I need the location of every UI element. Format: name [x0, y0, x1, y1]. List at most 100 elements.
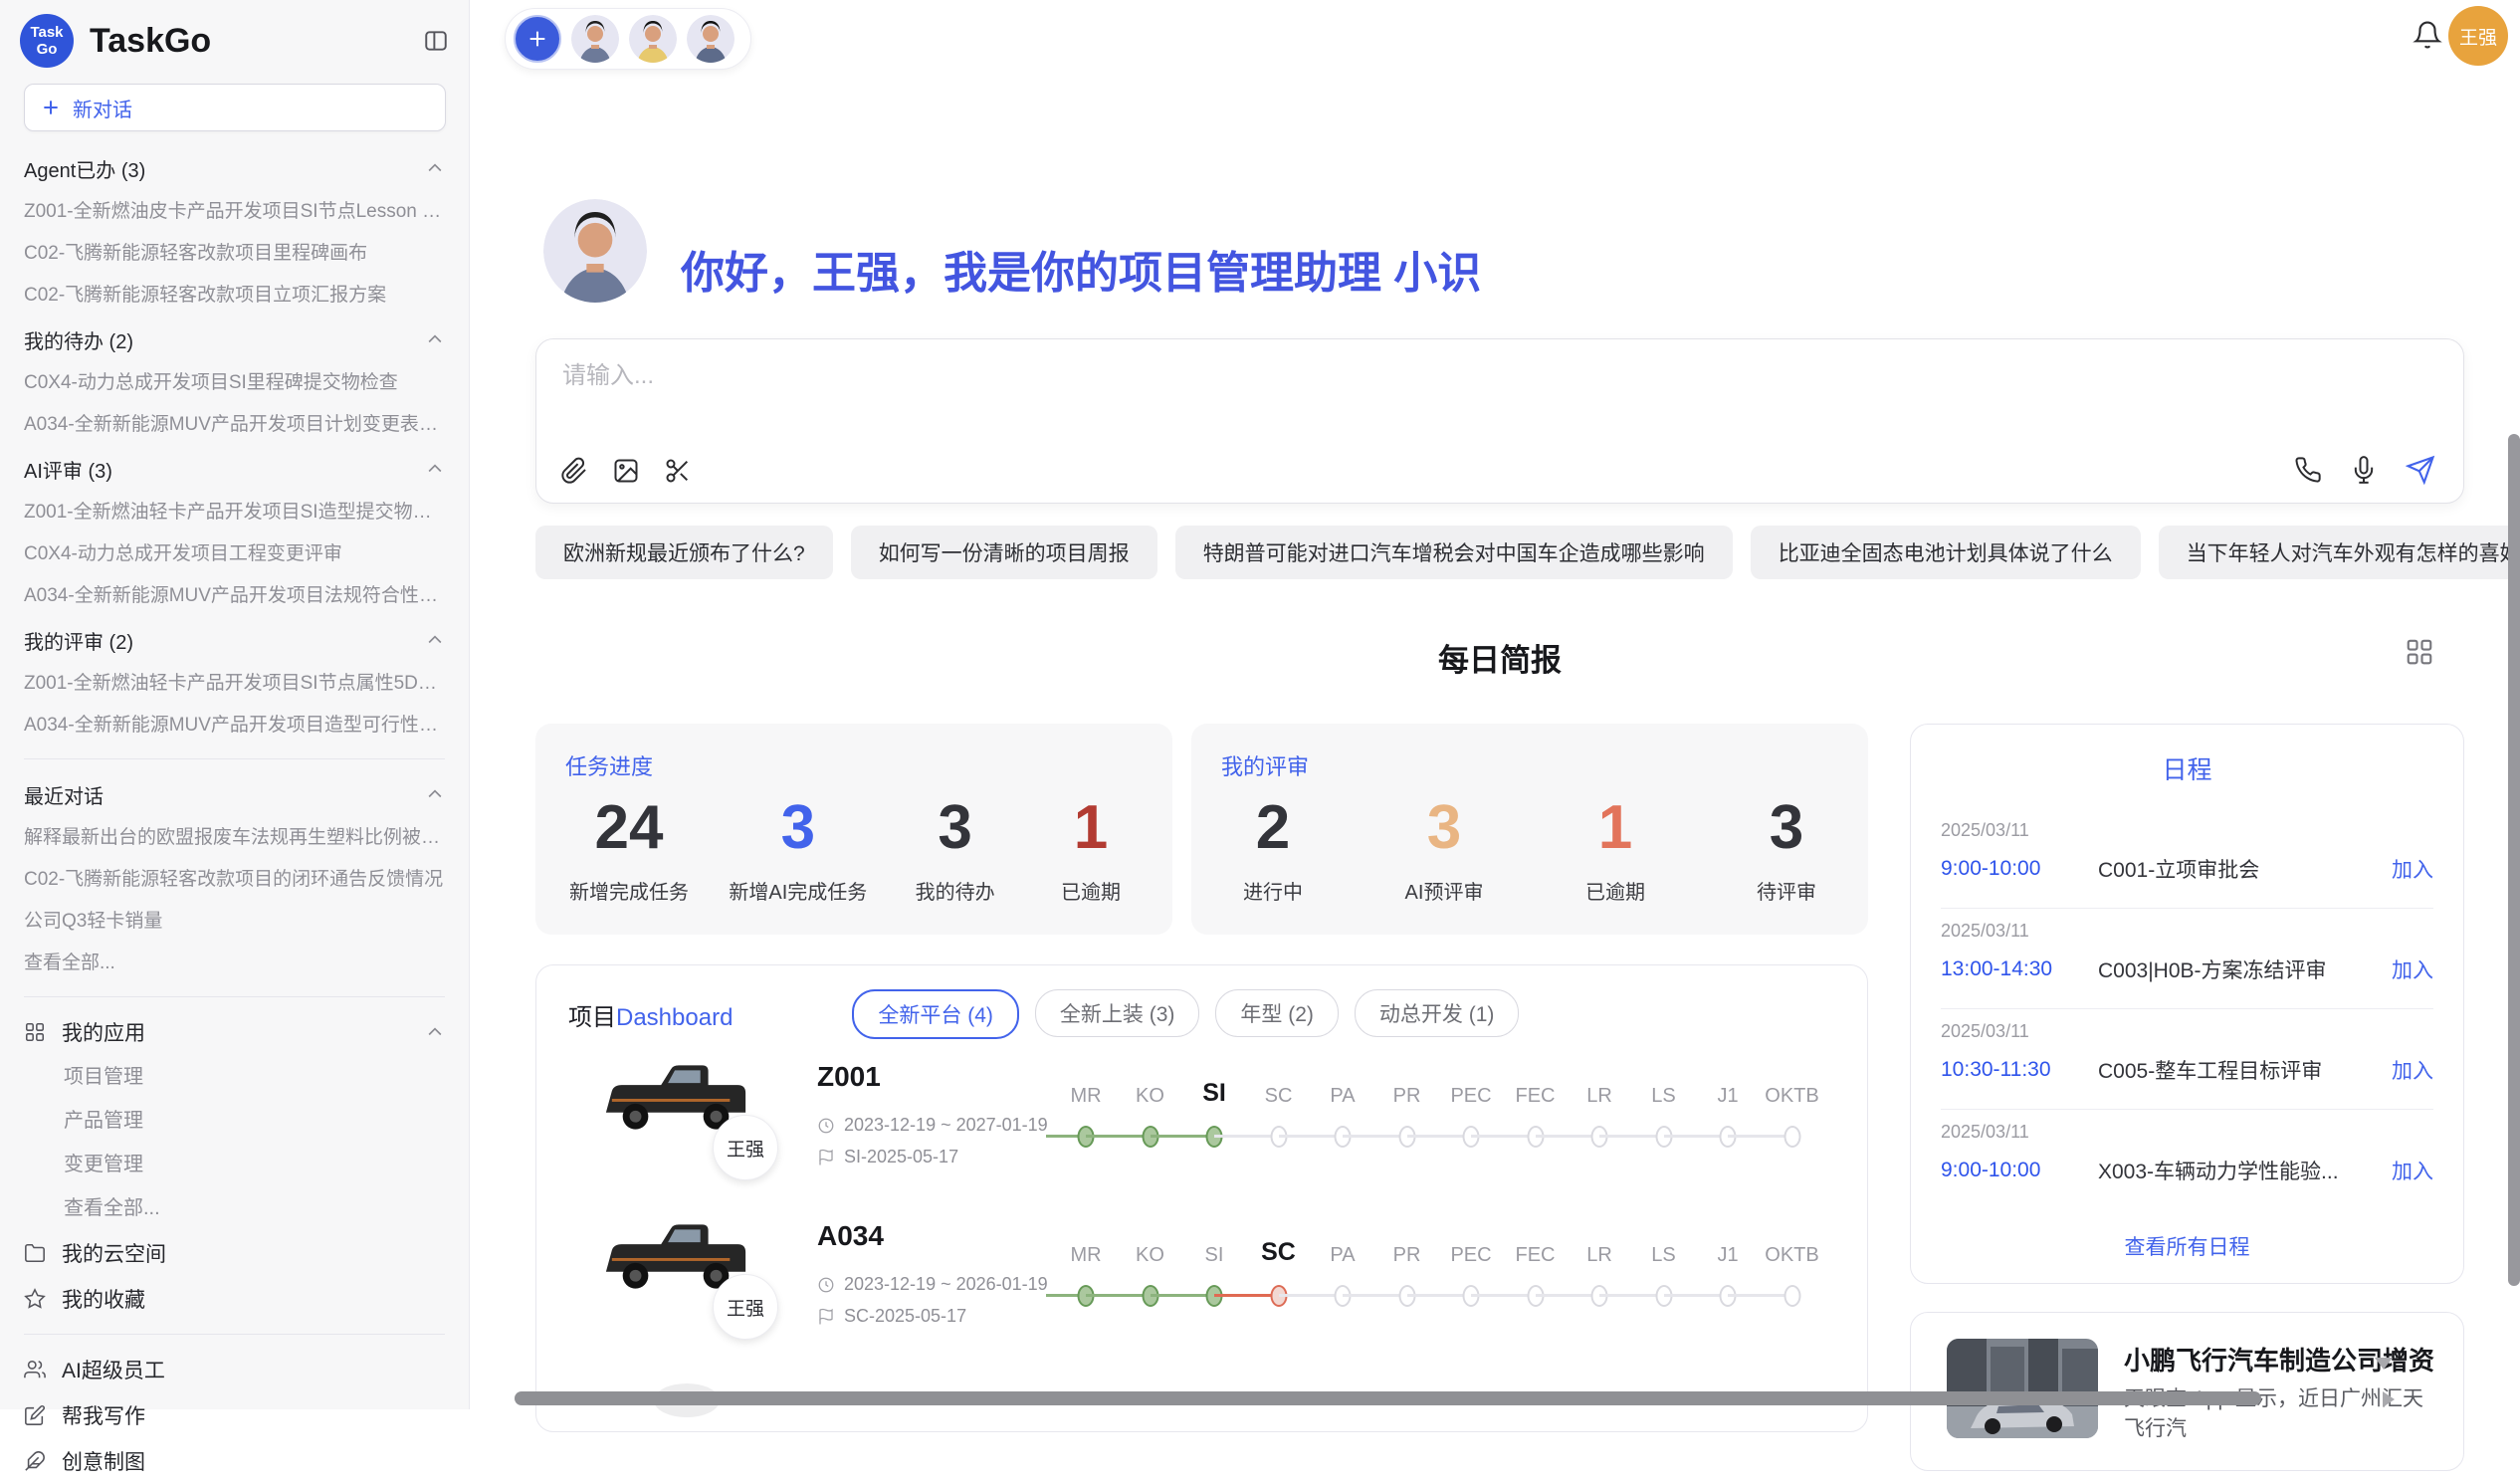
milestone-label: MR: [1070, 1085, 1101, 1108]
suggestion-chip[interactable]: 特朗普可能对进口汽车增税会对中国车企造成哪些影响: [1175, 526, 1733, 579]
project-dates: 2023-12-19 ~ 2027-01-19: [817, 1115, 1048, 1136]
attachment-icon[interactable]: [560, 457, 588, 485]
card-title: 任务进度: [565, 749, 653, 781]
dashboard-tab[interactable]: 全新上装 (3): [1035, 989, 1200, 1037]
sidebar-item-cloud-space[interactable]: 我的云空间: [24, 1230, 445, 1276]
conversation-item[interactable]: Z001-全新燃油皮卡产品开发项目SI节点Lesson Learn报告: [24, 191, 445, 233]
clock-icon: [817, 1276, 835, 1294]
city-car-image: [1947, 1339, 2098, 1438]
collapse-sidebar-icon[interactable]: [423, 28, 449, 54]
conversation-item[interactable]: C02-飞腾新能源轻客改款项目里程碑画布: [24, 233, 445, 275]
stat-value: 3: [1396, 795, 1492, 860]
conversation-item[interactable]: A034-全新新能源MUV产品开发项目造型可行性评审: [24, 705, 445, 746]
stat-value: 2: [1225, 795, 1321, 860]
join-meeting-link[interactable]: 加入: [2392, 954, 2433, 984]
project-code: A034: [817, 1220, 884, 1252]
sidebar-item-favorites[interactable]: 我的收藏: [24, 1276, 445, 1322]
conversation-item[interactable]: C0X4-动力总成开发项目SI里程碑提交物检查: [24, 362, 445, 404]
milestone-label: LR: [1586, 1085, 1612, 1108]
project-owner-badge: 王强: [713, 1274, 778, 1340]
view-all-schedule-link[interactable]: 查看所有日程: [1911, 1231, 2463, 1261]
send-icon[interactable]: [2406, 455, 2435, 485]
person-illustration: [687, 15, 735, 63]
milestone-segment: [1214, 1294, 1279, 1297]
conversation-item[interactable]: 解释最新出台的欧盟报废车法规再生塑料比例被调至15%...: [24, 817, 445, 859]
new-chat-button[interactable]: 新对话: [24, 84, 446, 131]
milestone-segment: [1471, 1135, 1536, 1138]
sidebar-section-header[interactable]: AI评审 (3): [24, 446, 445, 492]
milestone-node[interactable]: [1784, 1126, 1800, 1148]
conversation-item[interactable]: C02-飞腾新能源轻客改款项目立项汇报方案: [24, 275, 445, 317]
sidebar-section-header[interactable]: 我的评审 (2): [24, 617, 445, 663]
vertical-scrollbar[interactable]: [2508, 434, 2520, 1286]
conversation-item[interactable]: C0X4-动力总成开发项目工程变更评审: [24, 533, 445, 575]
sidebar: Task Go TaskGo 新对话 Agent已办 (3)Z001-全新燃油皮…: [0, 0, 470, 1409]
horizontal-scrollbar[interactable]: [515, 1391, 2261, 1405]
milestone-label: KO: [1136, 1085, 1164, 1108]
schedule-time: 13:00-14:30: [1941, 957, 2098, 981]
news-image: [1947, 1339, 2098, 1438]
conversation-item[interactable]: A034-全新新能源MUV产品开发项目计划变更表编写: [24, 404, 445, 446]
milestone-label: SI: [1205, 1244, 1224, 1267]
notification-bell-icon[interactable]: [2413, 20, 2442, 50]
section-label: 我的待办 (2): [24, 325, 133, 354]
project-code: Z001: [817, 1061, 881, 1093]
suggestion-chip[interactable]: 当下年轻人对汽车外观有怎样的喜好趋势: [2159, 526, 2520, 579]
milestone-segment: [1214, 1135, 1279, 1138]
project-row: 王强Z0012023-12-19 ~ 2027-01-19SI-2025-05-…: [536, 1031, 1867, 1190]
image-icon[interactable]: [612, 457, 640, 485]
add-agent-button[interactable]: [514, 15, 561, 63]
agent-pill-bar: [505, 8, 751, 70]
app-link[interactable]: 变更管理: [24, 1143, 445, 1186]
scissors-icon[interactable]: [664, 457, 692, 485]
chevron-up-icon: [425, 158, 445, 178]
sidebar-item-my-apps[interactable]: 我的应用: [24, 1009, 445, 1055]
sidebar-section-header[interactable]: Agent已办 (3): [24, 145, 445, 191]
scroll-down-arrow[interactable]: [2375, 1358, 2393, 1370]
suggestion-chip[interactable]: 欧洲新规最近颁布了什么?: [535, 526, 833, 579]
app-link[interactable]: 产品管理: [24, 1099, 445, 1143]
scroll-right-arrow[interactable]: [2383, 1391, 2395, 1407]
suggestion-chip[interactable]: 比亚迪全固态电池计划具体说了什么: [1751, 526, 2141, 579]
user-avatar[interactable]: 王强: [2448, 6, 2508, 66]
join-meeting-link[interactable]: 加入: [2392, 1156, 2433, 1185]
my-reviews-card: 我的评审 2进行中3AI预评审1已逾期3待评审: [1191, 724, 1868, 935]
agent-avatar-3[interactable]: [687, 15, 735, 63]
milestone-node[interactable]: [1784, 1285, 1800, 1307]
view-all-conversations-link[interactable]: 查看全部...: [24, 943, 445, 984]
cloud-folder-icon: [24, 1242, 46, 1264]
conversation-item[interactable]: Z001-全新燃油轻卡产品开发项目SI节点属性5D文件评审: [24, 663, 445, 705]
section-label: 我的评审 (2): [24, 626, 133, 655]
app-link[interactable]: 项目管理: [24, 1055, 445, 1099]
layout-grid-icon[interactable]: [2405, 637, 2434, 667]
view-all-apps-link[interactable]: 查看全部...: [24, 1186, 445, 1230]
join-meeting-link[interactable]: 加入: [2392, 854, 2433, 884]
dashboard-tab[interactable]: 动总开发 (1): [1355, 989, 1520, 1037]
sidebar-item-ai-employee[interactable]: AI超级员工: [24, 1347, 445, 1392]
section-label: 最近对话: [24, 780, 104, 809]
schedule-row: 9:00-10:00X003-车辆动力学性能验...加入: [1941, 1156, 2433, 1185]
dashboard-title-zh: 项目: [568, 1004, 616, 1031]
phone-icon[interactable]: [2294, 456, 2322, 484]
stat-value: 1: [1568, 795, 1663, 860]
conversation-item[interactable]: C02-飞腾新能源轻客改款项目的闭环通告反馈情况: [24, 859, 445, 901]
suggestion-chip[interactable]: 如何写一份清晰的项目周报: [851, 526, 1157, 579]
chat-input[interactable]: [560, 361, 2057, 391]
agent-avatar-2[interactable]: [629, 15, 677, 63]
conversation-item[interactable]: A034-全新新能源MUV产品开发项目法规符合性评审: [24, 575, 445, 617]
microphone-icon[interactable]: [2350, 456, 2378, 484]
conversation-item[interactable]: 公司Q3轻卡销量: [24, 901, 445, 943]
schedule-item: 2025/03/119:00-10:00C001-立项审批会加入: [1941, 808, 2433, 909]
milestone-segment: [1407, 1135, 1472, 1138]
schedule-name: C001-立项审批会: [2098, 854, 2392, 884]
join-meeting-link[interactable]: 加入: [2392, 1055, 2433, 1085]
conversation-item[interactable]: Z001-全新燃油轻卡产品开发项目SI造型提交物评审: [24, 492, 445, 533]
sidebar-item-help-write[interactable]: 帮我写作: [24, 1392, 445, 1438]
sidebar-section-header-recent[interactable]: 最近对话: [24, 771, 445, 817]
dashboard-tab[interactable]: 年型 (2): [1215, 989, 1339, 1037]
schedule-item: 2025/03/1110:30-11:30C005-整车工程目标评审加入: [1941, 1009, 2433, 1110]
help-write-label: 帮我写作: [62, 1400, 145, 1430]
agent-avatar-1[interactable]: [571, 15, 619, 63]
sidebar-section-header[interactable]: 我的待办 (2): [24, 317, 445, 362]
sidebar-item-creative-drawing[interactable]: 创意制图: [24, 1438, 445, 1484]
